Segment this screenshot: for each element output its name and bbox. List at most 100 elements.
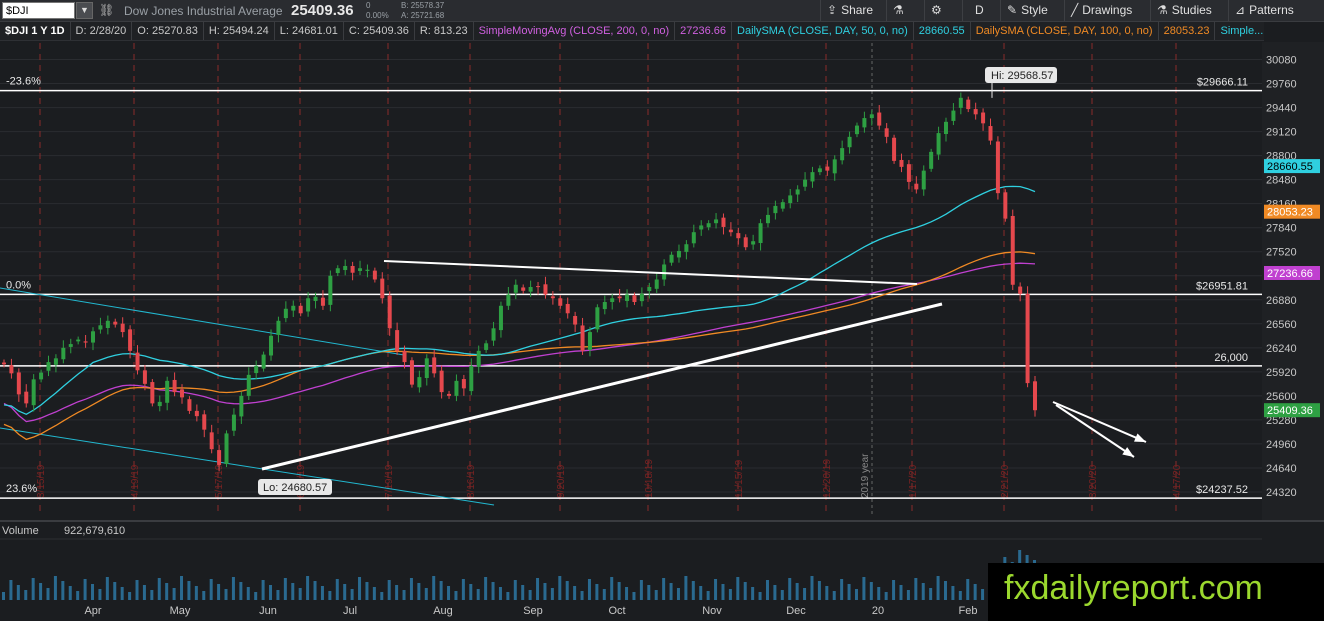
candle-body [209, 432, 214, 450]
volume-bar [862, 577, 866, 600]
candle-body [335, 268, 340, 274]
volume-bar [335, 579, 339, 600]
volume-bar [61, 581, 65, 600]
candle-body [906, 164, 911, 182]
candle-body [231, 414, 236, 431]
watermark: fxdailyreport.com [988, 563, 1324, 621]
volume-bar [447, 586, 451, 600]
volume-bar [202, 591, 206, 600]
candle-body [966, 99, 971, 110]
price-badge-label: 28660.55 [1267, 161, 1313, 173]
candle-body [1003, 192, 1008, 219]
expiration-label: 4/19/19 [130, 464, 141, 498]
candle-body [988, 126, 993, 141]
candle-body [83, 341, 88, 343]
candle-body [602, 302, 607, 310]
volume-bar [550, 588, 554, 600]
candle-body [269, 335, 274, 356]
candle-body [135, 352, 140, 371]
volume-bar [128, 592, 132, 600]
volume-bar [135, 580, 139, 600]
volume-bar [943, 581, 947, 600]
volume-bar [877, 587, 881, 600]
price-level-value: $24237.52 [1196, 484, 1248, 496]
volume-bar [298, 588, 302, 600]
volume-bar [854, 589, 858, 600]
candle-body [536, 286, 541, 288]
candle-body [91, 331, 96, 343]
x-tick-label: Jun [259, 605, 277, 617]
volume-bar [565, 581, 569, 600]
candle-body [350, 265, 355, 273]
candle-body [202, 414, 207, 430]
candle-body [76, 339, 81, 342]
volume-bar [2, 592, 5, 600]
candle-body [521, 287, 526, 291]
candle-body [662, 264, 667, 280]
candle-body [973, 109, 978, 115]
candle-body [120, 323, 125, 333]
volume-bar [840, 579, 844, 600]
volume-bar [498, 587, 502, 600]
candle-body [328, 275, 333, 305]
volume-bar [676, 588, 680, 600]
candle-body [387, 295, 392, 329]
volume-bar [105, 577, 109, 600]
volume-bar [951, 586, 955, 600]
candle-body [98, 325, 103, 330]
y-tick-label: 25600 [1266, 391, 1297, 403]
volume-bar [973, 584, 977, 600]
volume-bar [847, 584, 851, 600]
candle-body [714, 219, 719, 224]
price-chart[interactable]: 3008029760294402912028800284802816027840… [0, 0, 1324, 621]
volume-bar [721, 584, 725, 600]
candle-body [862, 118, 867, 128]
volume-bar [165, 583, 169, 600]
y-tick-label: 26880 [1266, 295, 1297, 307]
x-tick-label: May [170, 605, 191, 617]
candle-body [39, 372, 44, 380]
candle-body [306, 298, 311, 312]
volume-bar [387, 580, 391, 600]
candle-body [165, 380, 170, 403]
candle-body [150, 382, 155, 404]
candle-body [899, 159, 904, 167]
x-tick-label: Sep [523, 605, 543, 617]
volume-bar [469, 584, 473, 600]
volume-value: 922,679,610 [64, 525, 126, 537]
fib-level-label: 23.6% [6, 483, 37, 495]
candle-body [765, 214, 770, 224]
candle-body [313, 296, 318, 301]
volume-bar [602, 589, 606, 600]
expiration-label: 7/19/19 [384, 464, 395, 498]
candle-body [625, 294, 630, 301]
volume-bar [647, 585, 651, 600]
candle-body [669, 254, 674, 263]
candle-body [639, 293, 644, 302]
volume-bar [810, 576, 814, 600]
candle-body [1010, 215, 1015, 285]
price-level-value: $26951.81 [1196, 280, 1248, 292]
candle-body [676, 250, 681, 258]
low-annotation: Lo: 24680.57 [263, 482, 327, 494]
x-tick-label: Nov [702, 605, 722, 617]
candle-body [884, 128, 889, 137]
volume-bar [558, 576, 562, 600]
volume-bar [454, 591, 458, 600]
candle-body [31, 379, 36, 406]
volume-bar [224, 589, 228, 600]
candle-body [743, 237, 748, 248]
volume-bar [617, 582, 621, 600]
y-tick-label: 27520 [1266, 247, 1297, 259]
x-tick-label: Dec [786, 605, 806, 617]
x-tick-label: Oct [608, 605, 625, 617]
candle-body [461, 379, 466, 389]
candle-body [736, 233, 741, 239]
candle-body [981, 112, 986, 124]
volume-bar [31, 578, 35, 600]
price-badge-label: 25409.36 [1267, 405, 1313, 417]
volume-bar [9, 580, 13, 600]
candle-body [476, 350, 481, 367]
volume-bar [476, 589, 480, 600]
candle-body [157, 401, 162, 407]
